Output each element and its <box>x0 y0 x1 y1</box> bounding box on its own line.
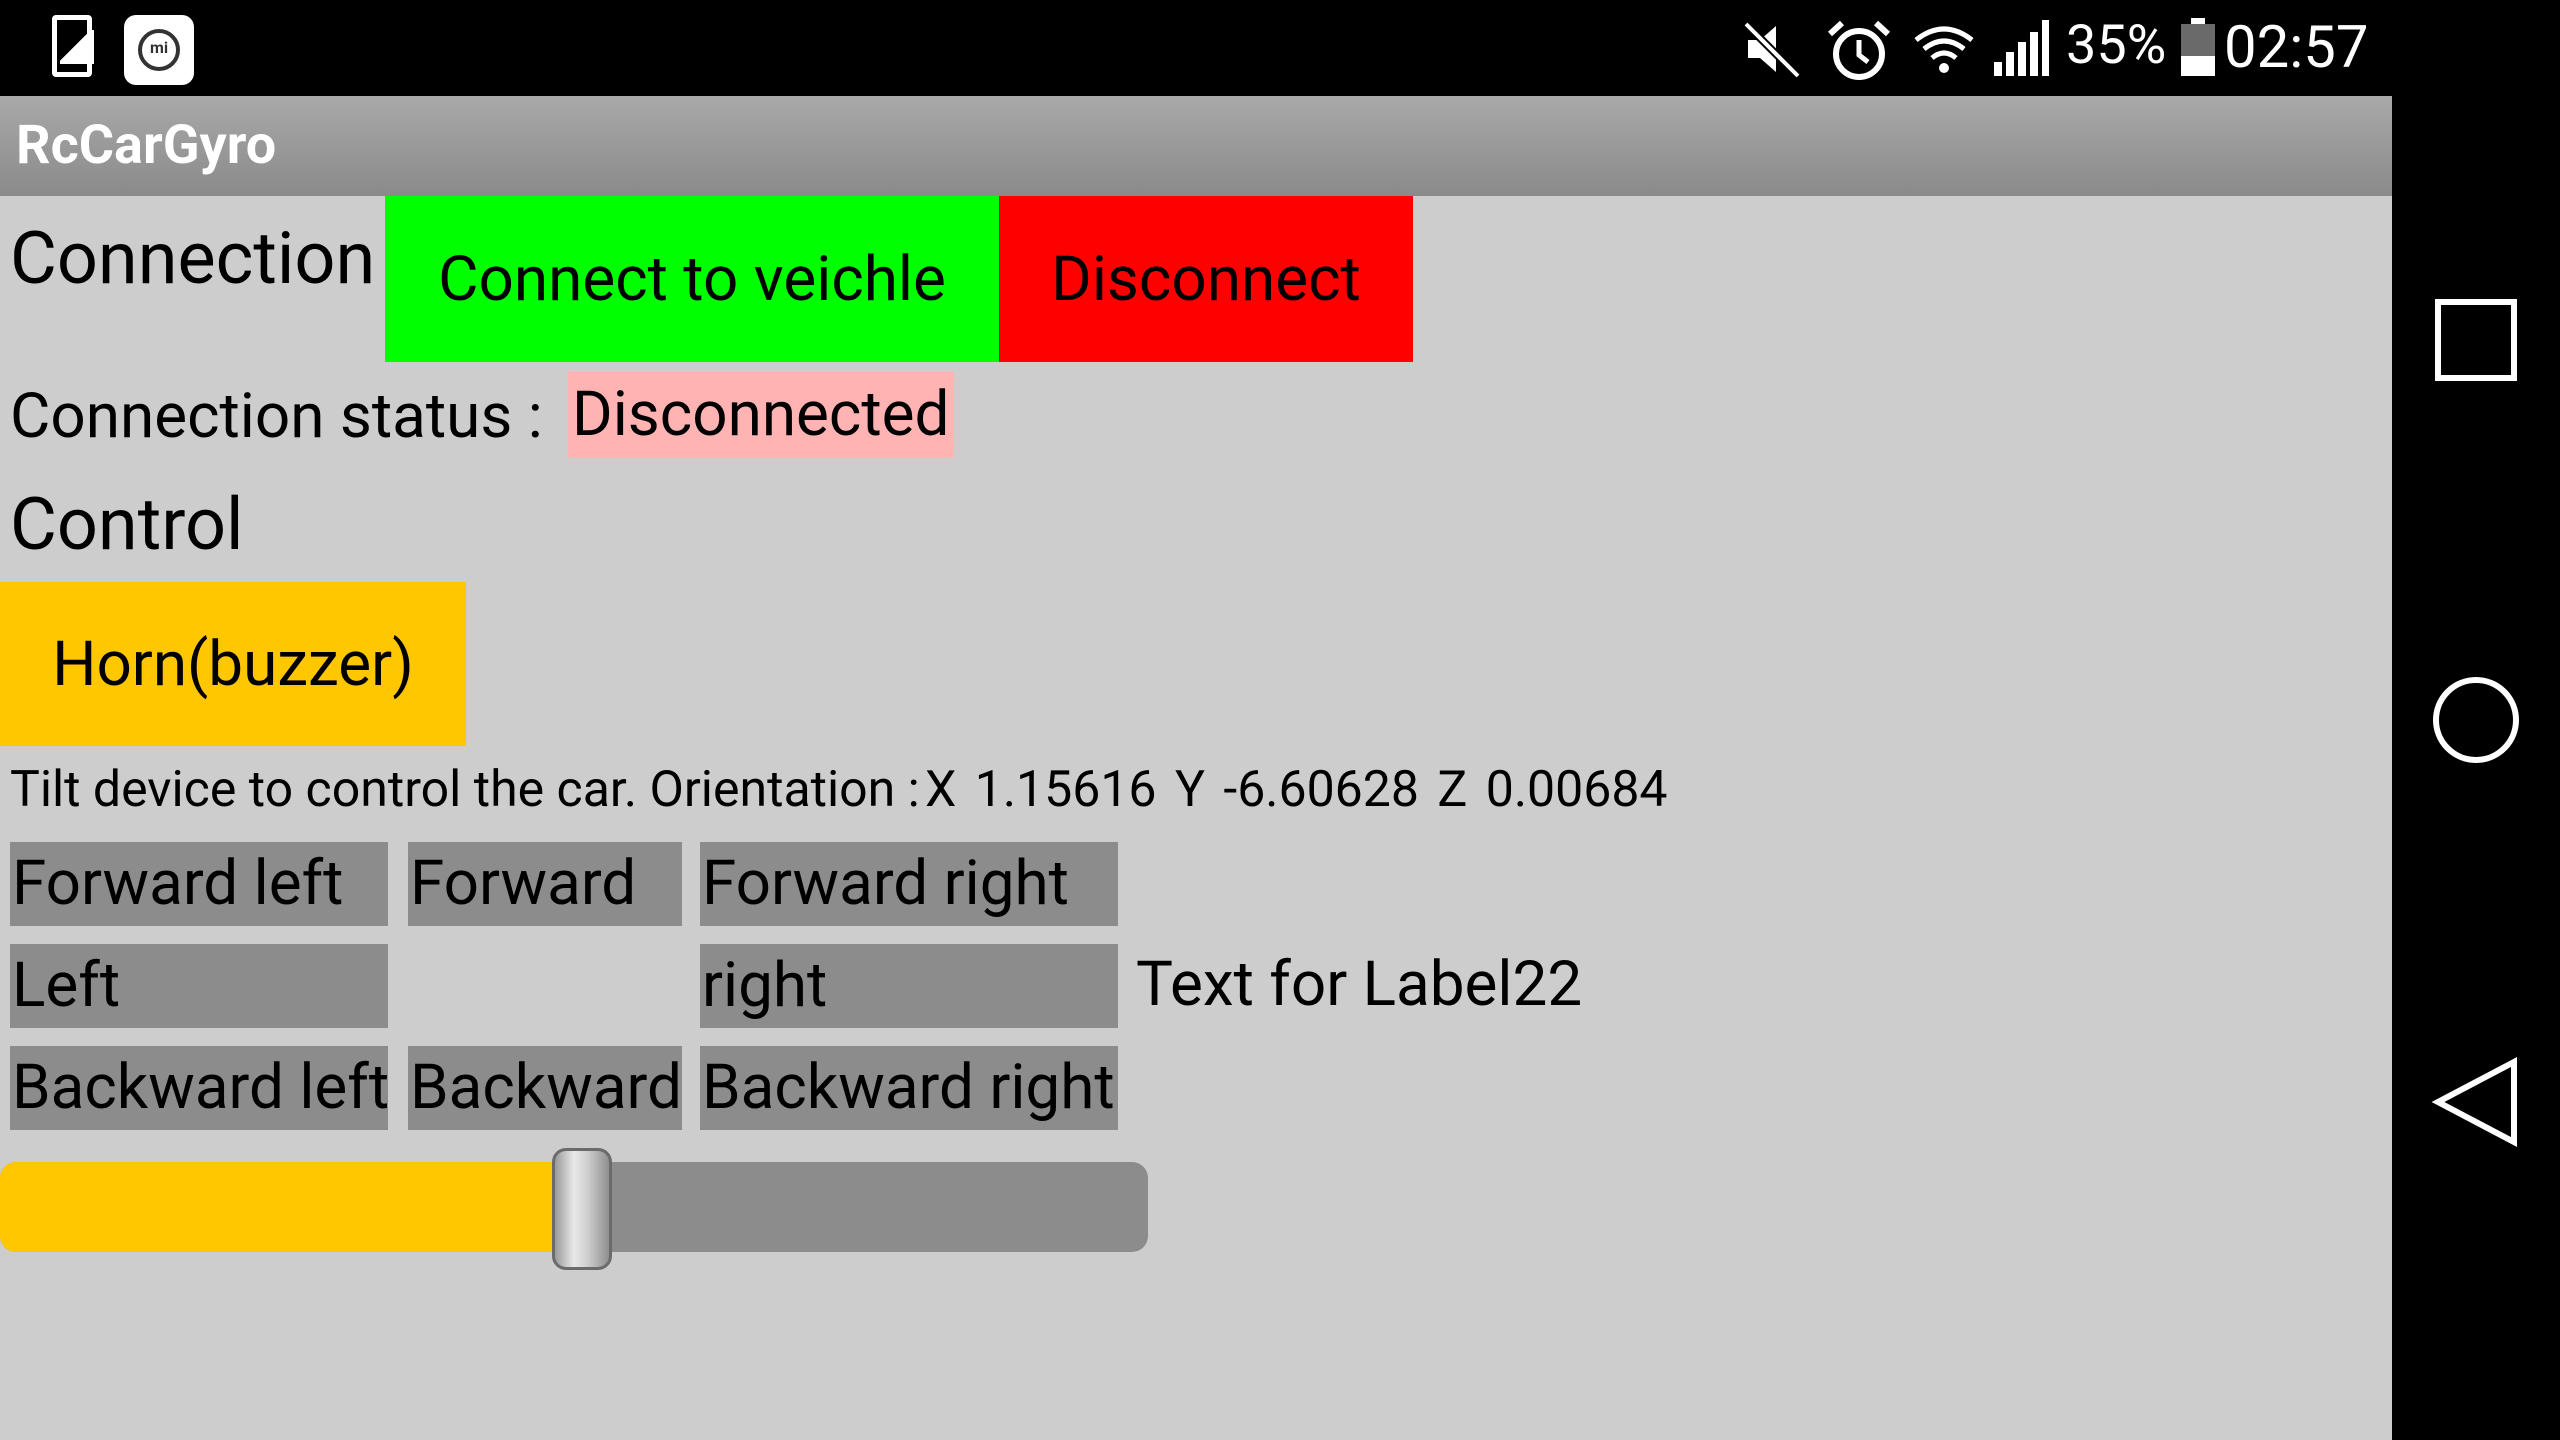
backward-left-button[interactable]: Backward left <box>10 1046 388 1130</box>
forward-left-button[interactable]: Forward left <box>10 842 388 926</box>
forward-right-button[interactable]: Forward right <box>700 842 1118 926</box>
clock: 02:57 <box>2224 14 2369 82</box>
battery-percentage: 35% <box>2066 14 2167 77</box>
battery-icon <box>2181 18 2215 76</box>
home-icon[interactable] <box>2430 674 2522 766</box>
status-bar: mi 35% 02:57 <box>0 0 2392 96</box>
connection-heading: Connection <box>10 216 376 301</box>
backward-right-button[interactable]: Backward right <box>700 1046 1118 1130</box>
phone-notification-icon <box>52 15 94 77</box>
slider-fill <box>0 1162 582 1252</box>
app-title: RcCarGyro <box>16 114 277 177</box>
phone-screen: mi 35% 02:57 RcCarGyro Connection Connec… <box>0 0 2560 1440</box>
action-bar: RcCarGyro <box>0 96 2392 196</box>
right-button[interactable]: right <box>700 944 1118 1028</box>
mute-icon <box>1743 21 1801 79</box>
back-icon[interactable] <box>2430 1056 2522 1148</box>
orientation-readout: X 1.15616 Y -6.60628 Z 0.00684 <box>925 761 1668 819</box>
control-heading: Control <box>10 482 244 567</box>
recents-icon[interactable] <box>2430 294 2522 386</box>
navigation-bar <box>2392 0 2560 1440</box>
label22: Text for Label22 <box>1136 948 1583 1021</box>
connection-status-value: Disconnected <box>568 372 954 458</box>
left-button[interactable]: Left <box>10 944 388 1028</box>
forward-button[interactable]: Forward <box>408 842 682 926</box>
backward-button[interactable]: Backward <box>408 1046 682 1130</box>
main-content: Connection Connect to veichle Disconnect… <box>0 196 2392 1440</box>
signal-icon <box>1994 20 2049 76</box>
wifi-icon <box>1914 26 1974 73</box>
horn-button[interactable]: Horn(buzzer) <box>0 582 466 746</box>
disconnect-button[interactable]: Disconnect <box>999 196 1413 362</box>
speed-slider[interactable] <box>0 1148 1148 1270</box>
tilt-instruction-label: Tilt device to control the car. Orientat… <box>10 761 920 819</box>
slider-thumb[interactable] <box>552 1148 612 1270</box>
alarm-icon <box>1827 20 1891 80</box>
mi-app-icon: mi <box>124 15 194 85</box>
connect-button[interactable]: Connect to veichle <box>385 196 999 362</box>
connection-status-label: Connection status : <box>10 380 543 453</box>
